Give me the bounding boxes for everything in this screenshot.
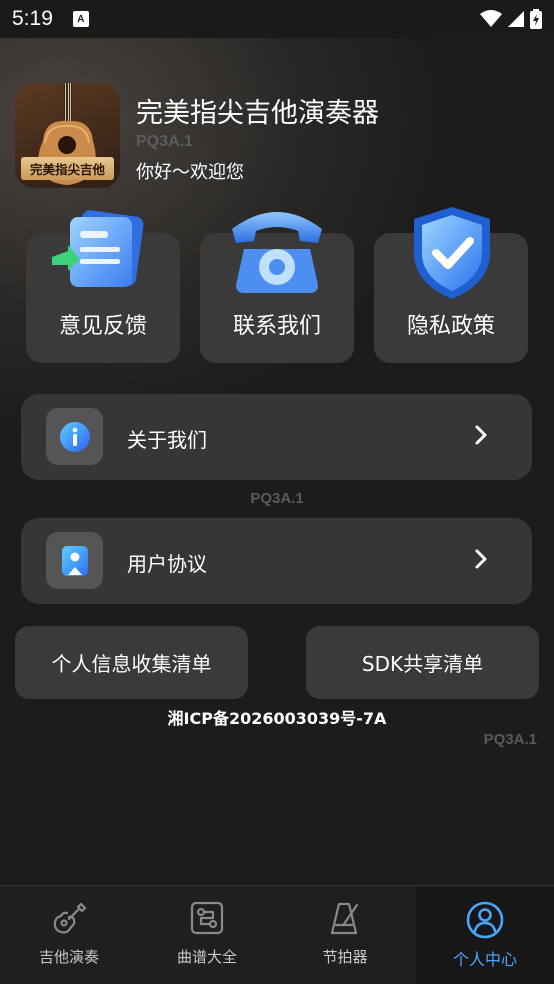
sheet-music-icon (190, 901, 224, 935)
contact-card[interactable]: 联系我们 (200, 212, 354, 363)
feedback-card[interactable]: 意见反馈 (26, 210, 180, 363)
wifi-icon (480, 10, 502, 27)
info-icon (59, 421, 90, 452)
profile-header: 完美指尖吉他 完美指尖吉他演奏器 PQ3A.1 你好～欢迎您 (15, 83, 545, 193)
bottom-tab-bar: 吉他演奏 曲谱大全 节拍器 个人中心 (0, 885, 554, 984)
notification-icon: A (72, 11, 89, 27)
greeting-text: 你好～欢迎您 (136, 162, 244, 183)
about-us-row[interactable]: 关于我们 (21, 394, 532, 480)
sdk-share-list-button[interactable]: SDK共享清单 (306, 626, 539, 699)
about-us-label: 关于我们 (127, 428, 207, 452)
shield-check-icon (414, 207, 490, 299)
about-version-text: PQ3A.1 (250, 490, 304, 507)
signal-icon (508, 11, 524, 27)
guitar-icon (53, 902, 87, 934)
status-bar: 5:19 A (0, 0, 554, 38)
tab-personal-center-label: 个人中心 (452, 950, 517, 969)
contact-label: 联系我们 (232, 314, 321, 339)
icp-record: 湘ICP备2026003039号-7A (167, 709, 387, 728)
feedback-icon (52, 210, 144, 287)
bookmark-icon (61, 545, 88, 576)
user-agreement-row[interactable]: 用户协议 (21, 518, 532, 604)
about-icon-tile (46, 408, 103, 465)
user-agreement-label: 用户协议 (127, 552, 207, 576)
chevron-right-icon (475, 549, 487, 569)
chevron-right-icon (475, 425, 487, 445)
footer-version-text: PQ3A.1 (483, 731, 537, 748)
status-time: 5:19 (12, 7, 53, 30)
privacy-label: 隐私政策 (406, 314, 495, 339)
feedback-label: 意见反馈 (58, 314, 147, 339)
app-logo-label: 完美指尖吉他 (21, 157, 114, 180)
metronome-icon (330, 902, 359, 935)
app-logo: 完美指尖吉他 (15, 83, 120, 188)
user-icon (466, 901, 504, 939)
battery-icon (530, 9, 542, 29)
app-title: 完美指尖吉他演奏器 (136, 98, 379, 129)
tab-metronome[interactable]: 节拍器 (276, 886, 414, 984)
tab-sheet-music[interactable]: 曲谱大全 (138, 886, 276, 984)
tab-guitar-play-label: 吉他演奏 (38, 948, 99, 966)
tab-sheet-music-label: 曲谱大全 (176, 948, 237, 966)
personal-info-list-button[interactable]: 个人信息收集清单 (15, 626, 248, 699)
tab-metronome-label: 节拍器 (322, 948, 368, 966)
tab-personal-center[interactable]: 个人中心 (416, 886, 554, 984)
agreement-icon-tile (46, 532, 103, 589)
status-indicators (480, 9, 542, 29)
app-version: PQ3A.1 (136, 133, 193, 150)
tab-guitar-play[interactable]: 吉他演奏 (0, 886, 138, 984)
telephone-icon (232, 212, 322, 293)
privacy-card[interactable]: 隐私政策 (374, 207, 528, 363)
